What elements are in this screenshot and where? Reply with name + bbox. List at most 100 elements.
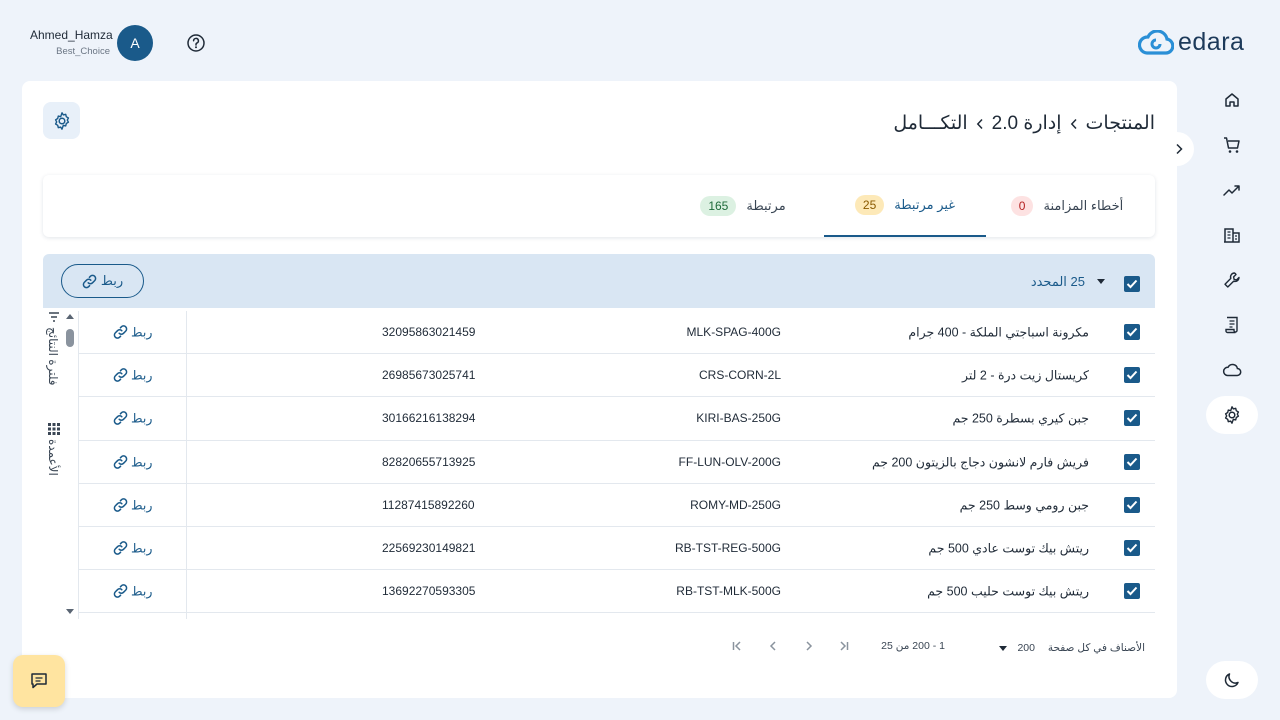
breadcrumb-item-integration[interactable]: التكـــامل <box>893 112 967 135</box>
product-barcode: 32095863021459 <box>382 325 476 340</box>
chat-button[interactable] <box>13 655 65 707</box>
avatar[interactable]: A <box>117 25 153 61</box>
theme-toggle[interactable] <box>1206 661 1258 699</box>
gear-icon <box>54 111 69 130</box>
breadcrumb-separator-icon <box>976 118 984 130</box>
tab-sync-errors[interactable]: أخطاء المزامنة 0 <box>986 175 1148 237</box>
nav-tools[interactable] <box>1206 257 1258 302</box>
row-link-button[interactable]: ربط <box>113 368 152 383</box>
product-name: جبن رومي وسط 250 جم <box>959 498 1089 513</box>
product-sku: RB-TST-MLK-500G <box>676 584 781 599</box>
row-checkbox[interactable] <box>1124 496 1140 513</box>
row-link-button[interactable]: ربط <box>113 454 152 469</box>
count-badge: 0 <box>1010 196 1034 216</box>
user-info[interactable]: Ahmed_Hamza Best_Choice <box>30 28 113 57</box>
table-scrollbar[interactable] <box>65 313 75 615</box>
link-icon <box>113 498 128 512</box>
row-checkbox[interactable] <box>1124 583 1140 600</box>
selected-count: 25 المحدد <box>1030 274 1085 289</box>
help-icon[interactable] <box>186 33 206 53</box>
row-checkbox[interactable] <box>1124 324 1140 341</box>
first-page-icon <box>732 641 741 651</box>
bulk-link-button[interactable]: ربط <box>61 264 144 298</box>
select-all-checkbox[interactable] <box>1124 276 1140 292</box>
row-link-button[interactable]: ربط <box>113 411 152 426</box>
row-link-label: ربط <box>131 325 153 340</box>
table-row: جبن كيري بسطرة 250 جم KIRI-BAS-250G 3016… <box>79 397 1155 441</box>
product-name: فريش فارم لانشون دجاج بالزيتون 200 جم <box>871 455 1089 470</box>
filter-results-button[interactable]: فلترة النتائج <box>46 311 60 386</box>
product-name: ريتش بيك توست حليب 500 جم <box>927 584 1089 599</box>
link-icon <box>82 274 97 288</box>
product-name: كريستال زيت درة - 2 لتر <box>961 368 1089 383</box>
chat-icon <box>31 673 47 689</box>
product-sku: FF-LUN-OLV-200G <box>678 454 781 469</box>
row-link-button[interactable]: ربط <box>113 541 152 556</box>
tab-linked[interactable]: مرتبطة 165 <box>662 175 824 237</box>
nav-reports[interactable] <box>1206 167 1258 212</box>
tab-label: أخطاء المزامنة <box>1043 198 1124 213</box>
link-icon <box>113 541 128 555</box>
count-badge: 25 <box>854 195 885 215</box>
row-link-label: ربط <box>131 584 153 599</box>
table-row: ريتش بيك توست حليب 500 جم RB-TST-MLK-500… <box>79 570 1155 614</box>
row-checkbox[interactable] <box>1124 540 1140 557</box>
row-link-button[interactable]: ربط <box>113 584 152 599</box>
row-link-label: ربط <box>131 455 153 470</box>
link-icon <box>113 454 128 469</box>
wrench-icon <box>1224 271 1240 288</box>
pagination: الأصناف في كل صفحة 200 1 - 200 من 25 <box>43 628 1155 664</box>
table-row: فريش فارم لانشون دجاج بالزيتون 200 جم FF… <box>79 441 1155 484</box>
row-link-label: ربط <box>131 368 153 383</box>
page-settings-button[interactable] <box>43 102 80 139</box>
bulk-actions-toolbar: 25 المحدد ربط <box>43 254 1155 308</box>
row-checkbox[interactable] <box>1124 453 1140 470</box>
collapse-sidebar-button[interactable] <box>1164 132 1194 166</box>
edara-logo[interactable]: edara <box>1138 28 1244 57</box>
nav-sales[interactable] <box>1206 122 1258 167</box>
first-page-button[interactable] <box>727 636 747 656</box>
row-link-button[interactable]: ربط <box>113 325 152 340</box>
product-barcode: 13692270593305 <box>382 584 476 599</box>
nav-settings[interactable] <box>1206 392 1258 437</box>
product-name: جبن كيري بسطرة 250 جم <box>952 411 1089 426</box>
next-page-button[interactable] <box>799 636 819 656</box>
row-link-button[interactable]: ربط <box>113 497 152 512</box>
selection-dropdown-icon[interactable] <box>1097 279 1105 284</box>
chevron-left-icon <box>769 641 776 651</box>
nav-home[interactable] <box>1206 78 1258 122</box>
link-icon <box>113 368 128 383</box>
count-badge: 165 <box>700 196 737 216</box>
columns-button[interactable]: الأعمدة <box>46 423 60 476</box>
tab-label: مرتبطة <box>746 198 786 213</box>
nav-cloud[interactable] <box>1206 347 1258 392</box>
page-size-select[interactable]: 200 <box>1017 642 1035 654</box>
breadcrumb-item-edara[interactable]: إدارة 2.0 <box>992 112 1062 135</box>
grid-icon <box>48 423 60 435</box>
logo-text: edara <box>1178 28 1245 56</box>
row-link-label: ربط <box>131 498 153 513</box>
moon-icon <box>1224 673 1239 688</box>
tab-unlinked[interactable]: غير مرتبطة 25 <box>824 175 986 237</box>
link-icon <box>113 411 128 426</box>
row-link-label: ربط <box>131 541 153 556</box>
link-icon <box>113 584 128 599</box>
product-barcode: 26985673025741 <box>382 368 476 383</box>
breadcrumb-separator-icon <box>1070 118 1078 130</box>
cart-icon <box>1224 136 1240 153</box>
user-company: Best_Choice <box>56 46 110 57</box>
side-nav <box>1206 78 1258 437</box>
filter-icon <box>49 312 59 322</box>
row-checkbox[interactable] <box>1124 367 1140 384</box>
nav-company[interactable] <box>1206 212 1258 257</box>
page-range: 1 - 200 من 25 <box>881 640 945 652</box>
row-checkbox[interactable] <box>1124 410 1140 427</box>
page-size-dropdown-icon[interactable] <box>999 646 1007 651</box>
nav-invoices[interactable] <box>1206 302 1258 347</box>
table-row: جبن رومي وسط 250 جم ROMY-MD-250G 1128741… <box>79 484 1155 527</box>
previous-page-button[interactable] <box>763 636 783 656</box>
column-divider <box>186 311 187 619</box>
last-page-button[interactable] <box>834 636 854 656</box>
row-link-label: ربط <box>131 411 153 426</box>
product-barcode: 22569230149821 <box>382 541 476 556</box>
